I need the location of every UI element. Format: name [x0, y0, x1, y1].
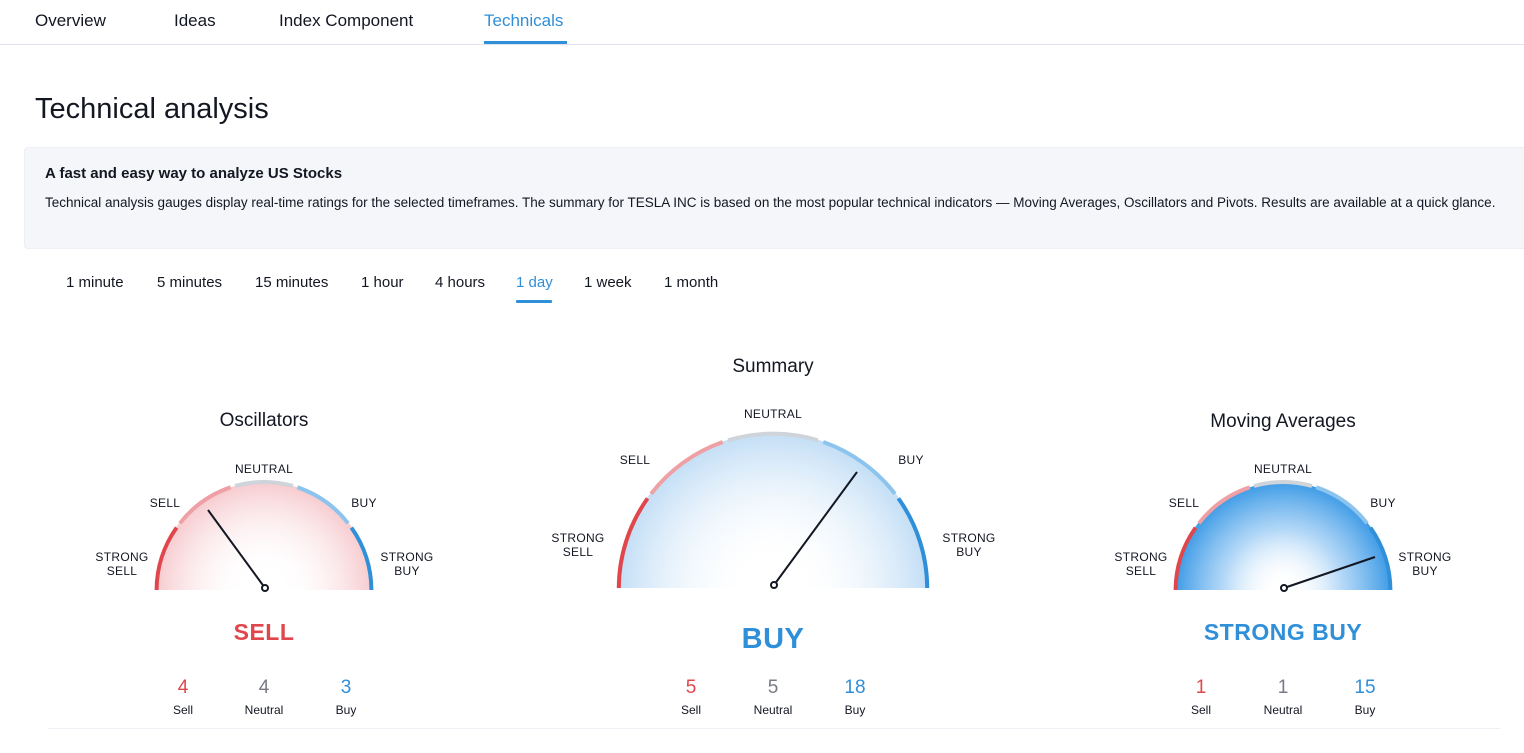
active-timeframe-indicator [516, 300, 552, 303]
top-tabs-bar: Overview Ideas Index Component Technical… [0, 0, 1524, 45]
summary-verdict: BUY [741, 623, 805, 655]
oscillators-label-sell: SELL [149, 496, 181, 510]
info-box: A fast and easy way to analyze US Stocks… [24, 147, 1524, 249]
moving-averages-dial [1173, 480, 1393, 592]
moving-averages-label-neutral: NEUTRAL [1253, 462, 1313, 476]
tab-overview[interactable]: Overview [35, 11, 106, 31]
info-text: Technical analysis gauges display real-t… [45, 195, 1496, 210]
oscillators-neutral-count: 4 [258, 677, 270, 698]
oscillators-title: Oscillators [219, 410, 309, 431]
moving-averages-sell-label: Sell [1190, 703, 1212, 717]
moving-averages-buy-count: 15 [1354, 677, 1376, 698]
moving-averages-label-buy: BUY [1370, 496, 1396, 510]
tab-ideas[interactable]: Ideas [174, 11, 216, 31]
summary-label-strong-buy: STRONG BUY [942, 531, 996, 559]
moving-averages-label-sell: SELL [1168, 496, 1200, 510]
oscillators-label-neutral: NEUTRAL [234, 462, 294, 476]
oscillators-label-buy: BUY [351, 496, 377, 510]
moving-averages-verdict: STRONG BUY [1203, 619, 1363, 645]
summary-dial [616, 431, 930, 589]
summary-label-buy: BUY [898, 453, 924, 467]
oscillators-sell-label: Sell [172, 703, 194, 717]
summary-sell-count: 5 [685, 677, 697, 698]
summary-label-strong-sell: STRONG SELL [551, 531, 605, 559]
summary-neutral-count: 5 [767, 677, 779, 698]
timeframe-1-day[interactable]: 1 day [516, 274, 553, 291]
summary-buy-count: 18 [844, 677, 866, 698]
oscillators-label-strong-sell: STRONG SELL [95, 550, 149, 578]
moving-averages-title: Moving Averages [1210, 411, 1356, 432]
timeframe-4-hours[interactable]: 4 hours [435, 274, 485, 291]
moving-averages-neutral-label: Neutral [1263, 703, 1303, 717]
oscillators-label-strong-buy: STRONG BUY [380, 550, 434, 578]
oscillators-verdict: SELL [233, 619, 295, 645]
summary-title: Summary [732, 356, 814, 377]
timeframe-1-hour[interactable]: 1 hour [361, 274, 404, 291]
info-title: A fast and easy way to analyze US Stocks [45, 165, 343, 182]
tab-index-component[interactable]: Index Component [279, 11, 413, 31]
timeframe-1-minute[interactable]: 1 minute [66, 274, 124, 291]
oscillators-sell-count: 4 [177, 677, 189, 698]
summary-buy-label: Buy [844, 703, 866, 717]
moving-averages-buy-label: Buy [1354, 703, 1376, 717]
timeframe-15-minutes[interactable]: 15 minutes [255, 274, 328, 291]
timeframe-5-minutes[interactable]: 5 minutes [157, 274, 222, 291]
oscillators-dial [154, 480, 374, 592]
divider [48, 728, 1500, 729]
oscillators-buy-count: 3 [340, 677, 352, 698]
page-title: Technical analysis [35, 93, 269, 125]
oscillators-buy-label: Buy [335, 703, 357, 717]
moving-averages-sell-count: 1 [1195, 677, 1207, 698]
summary-label-neutral: NEUTRAL [743, 407, 803, 421]
summary-label-sell: SELL [619, 453, 651, 467]
oscillators-neutral-label: Neutral [244, 703, 284, 717]
tab-technicals[interactable]: Technicals [484, 11, 563, 31]
moving-averages-label-strong-sell: STRONG SELL [1114, 550, 1168, 578]
moving-averages-label-strong-buy: STRONG BUY [1398, 550, 1452, 578]
summary-neutral-label: Neutral [753, 703, 793, 717]
moving-averages-neutral-count: 1 [1277, 677, 1289, 698]
summary-sell-label: Sell [680, 703, 702, 717]
timeframe-1-week[interactable]: 1 week [584, 274, 632, 291]
timeframe-1-month[interactable]: 1 month [664, 274, 718, 291]
active-tab-indicator [484, 41, 567, 44]
